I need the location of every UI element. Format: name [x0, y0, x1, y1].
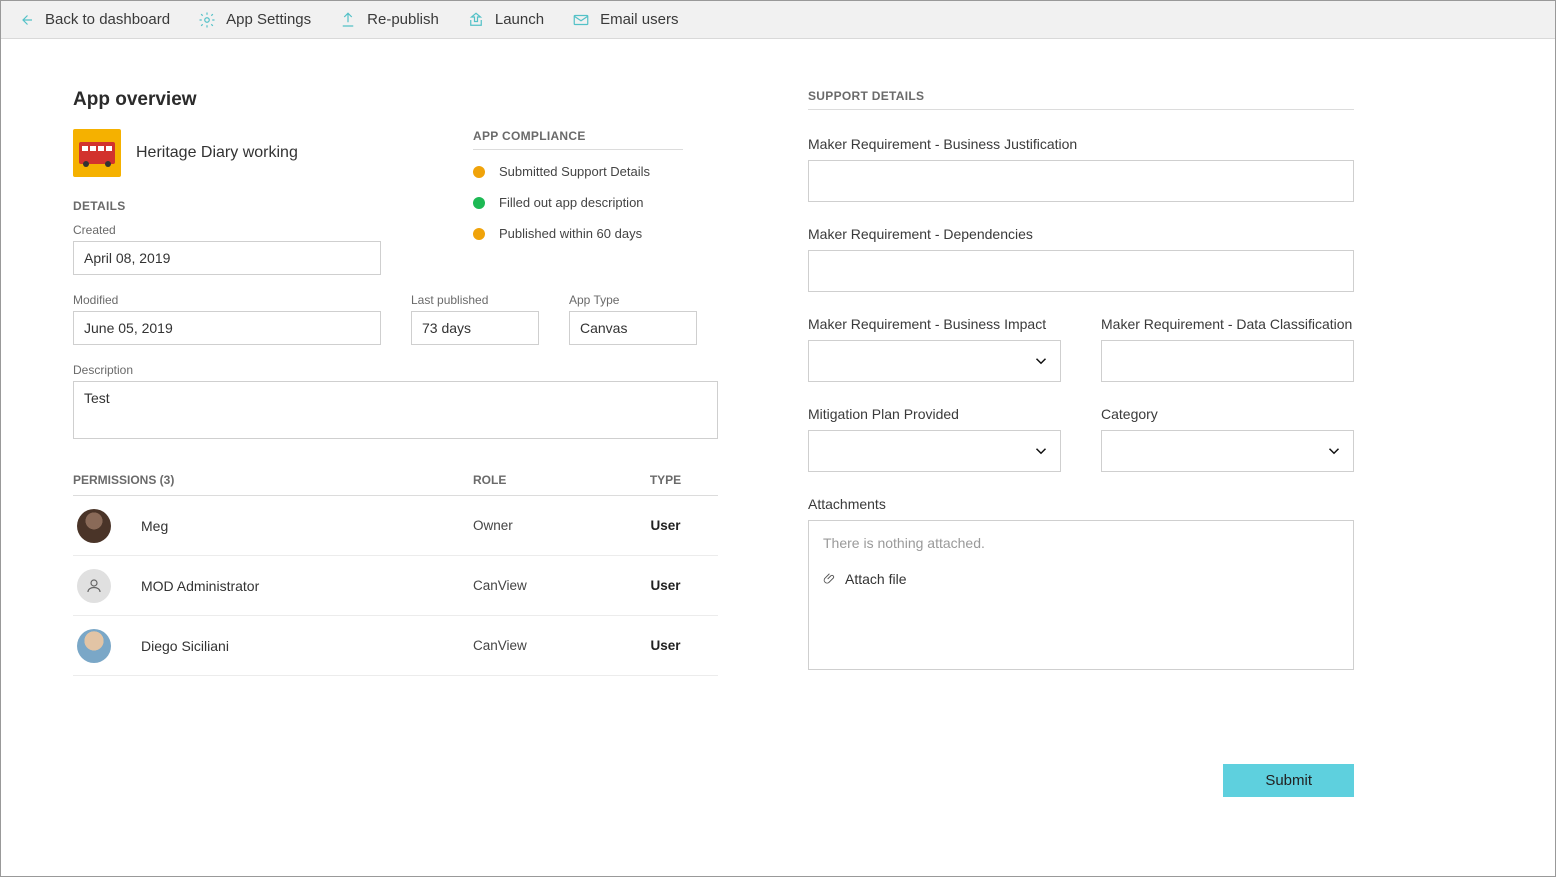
biz-justification-label: Maker Requirement - Business Justificati…: [808, 136, 1354, 152]
app-settings-button[interactable]: App Settings: [198, 11, 311, 29]
permissions-heading: PERMISSIONS (3): [73, 473, 473, 487]
permission-role: Owner: [473, 518, 613, 533]
created-value: April 08, 2019: [73, 241, 381, 275]
republish-label: Re-publish: [367, 11, 439, 28]
lastpublished-label: Last published: [411, 293, 539, 307]
category-label: Category: [1101, 406, 1354, 422]
submit-button[interactable]: Submit: [1223, 764, 1354, 797]
modified-value: June 05, 2019: [73, 311, 381, 345]
description-value: Test: [73, 381, 718, 439]
biz-impact-label: Maker Requirement - Business Impact: [808, 316, 1061, 332]
created-label: Created: [73, 223, 381, 237]
role-heading: ROLE: [473, 473, 613, 487]
gear-icon: [198, 11, 216, 29]
biz-justification-input[interactable]: [808, 160, 1354, 202]
description-label: Description: [73, 363, 718, 377]
attachments-label: Attachments: [808, 496, 1354, 512]
attachments-empty-text: There is nothing attached.: [823, 535, 1339, 551]
person-icon: [85, 577, 103, 595]
permission-row: Meg Owner User: [73, 496, 718, 556]
email-label: Email users: [600, 11, 678, 28]
status-dot-orange-icon: [473, 166, 485, 178]
attach-file-button[interactable]: Attach file: [823, 571, 1339, 587]
category-select[interactable]: [1101, 430, 1354, 472]
lastpublished-value: 73 days: [411, 311, 539, 345]
app-name: Heritage Diary working: [136, 144, 298, 162]
top-command-bar: Back to dashboard App Settings Re-publis…: [1, 1, 1555, 39]
permission-role: CanView: [473, 638, 613, 653]
apptype-label: App Type: [569, 293, 697, 307]
avatar: [77, 509, 111, 543]
chevron-down-icon: [1032, 442, 1050, 460]
launch-label: Launch: [495, 11, 544, 28]
app-header: Heritage Diary working: [73, 129, 423, 177]
permission-type: User: [613, 638, 718, 653]
compliance-text: Filled out app description: [499, 195, 644, 210]
compliance-item: Filled out app description: [473, 195, 683, 210]
permission-role: CanView: [473, 578, 613, 593]
launch-button[interactable]: Launch: [467, 11, 544, 29]
avatar: [77, 569, 111, 603]
status-dot-green-icon: [473, 197, 485, 209]
back-to-dashboard-button[interactable]: Back to dashboard: [17, 11, 170, 29]
chevron-down-icon: [1032, 352, 1050, 370]
page-title: App overview: [73, 89, 718, 111]
avatar: [77, 629, 111, 663]
permission-name: Meg: [141, 518, 168, 534]
status-dot-orange-icon: [473, 228, 485, 240]
mitigation-label: Mitigation Plan Provided: [808, 406, 1061, 422]
compliance-heading: APP COMPLIANCE: [473, 129, 683, 150]
biz-impact-select[interactable]: [808, 340, 1061, 382]
permission-type: User: [613, 578, 718, 593]
permission-row: MOD Administrator CanView User: [73, 556, 718, 616]
type-heading: TYPE: [613, 473, 718, 487]
dependencies-input[interactable]: [808, 250, 1354, 292]
apptype-value: Canvas: [569, 311, 697, 345]
email-users-button[interactable]: Email users: [572, 11, 678, 29]
arrow-left-icon: [17, 11, 35, 29]
upload-icon: [339, 11, 357, 29]
mitigation-select[interactable]: [808, 430, 1061, 472]
compliance-text: Published within 60 days: [499, 226, 642, 241]
app-tile-icon: [73, 129, 121, 177]
details-heading: DETAILS: [73, 199, 423, 213]
permission-name: Diego Siciliani: [141, 638, 229, 654]
data-class-input[interactable]: [1101, 340, 1354, 382]
permission-name: MOD Administrator: [141, 578, 259, 594]
chevron-down-icon: [1325, 442, 1343, 460]
compliance-text: Submitted Support Details: [499, 164, 650, 179]
compliance-item: Published within 60 days: [473, 226, 683, 241]
modified-label: Modified: [73, 293, 381, 307]
permissions-header: PERMISSIONS (3) ROLE TYPE: [73, 473, 718, 496]
attachments-box: There is nothing attached. Attach file: [808, 520, 1354, 670]
compliance-item: Submitted Support Details: [473, 164, 683, 179]
permission-row: Diego Siciliani CanView User: [73, 616, 718, 676]
data-class-label: Maker Requirement - Data Classification: [1101, 316, 1354, 332]
back-label: Back to dashboard: [45, 11, 170, 28]
dependencies-label: Maker Requirement - Dependencies: [808, 226, 1354, 242]
attach-file-label: Attach file: [845, 571, 906, 587]
support-heading: SUPPORT DETAILS: [808, 89, 1354, 110]
share-icon: [467, 11, 485, 29]
republish-button[interactable]: Re-publish: [339, 11, 439, 29]
paperclip-icon: [823, 571, 837, 587]
permission-type: User: [613, 518, 718, 533]
settings-label: App Settings: [226, 11, 311, 28]
mail-icon: [572, 11, 590, 29]
